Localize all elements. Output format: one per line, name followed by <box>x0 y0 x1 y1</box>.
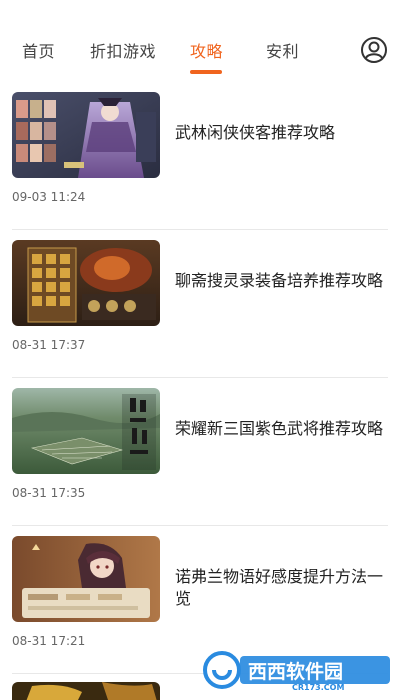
article-time: 09-03 11:24 <box>12 190 86 204</box>
tab-discount-games[interactable]: 折扣游戏 <box>90 38 156 62</box>
article-thumbnail <box>12 388 160 474</box>
watermark-url: CR173.COM <box>292 683 344 692</box>
watermark-brand: 西西软件园 <box>248 660 343 683</box>
article-thumbnail-partial[interactable] <box>12 682 160 700</box>
watermark-logo: 西西软件园 CR173.COM <box>202 648 392 692</box>
article-list: 武林闲侠侠客推荐攻略 09-03 11:24 聊斋搜灵录装备培养推荐攻略 08-… <box>0 82 400 674</box>
article-title[interactable]: 诺弗兰物语好感度提升方法一览 <box>175 566 395 610</box>
article-title[interactable]: 聊斋搜灵录装备培养推荐攻略 <box>175 270 395 292</box>
active-tab-indicator <box>190 70 222 74</box>
list-item[interactable]: 聊斋搜灵录装备培养推荐攻略 08-31 17:37 <box>12 230 388 378</box>
article-thumbnail <box>12 536 160 622</box>
list-item[interactable]: 荣耀新三国紫色武将推荐攻略 08-31 17:35 <box>12 378 388 526</box>
article-title[interactable]: 武林闲侠侠客推荐攻略 <box>175 122 395 144</box>
article-title[interactable]: 荣耀新三国紫色武将推荐攻略 <box>175 418 395 440</box>
tab-home[interactable]: 首页 <box>22 38 55 62</box>
user-circle-icon[interactable] <box>360 36 388 64</box>
article-thumbnail <box>12 240 160 326</box>
article-time: 08-31 17:35 <box>12 486 86 500</box>
top-navigation: 首页 折扣游戏 攻略 安利 <box>0 0 400 82</box>
tab-guides[interactable]: 攻略 <box>190 38 223 62</box>
app-screen: 首页 折扣游戏 攻略 安利 武林闲侠侠客推荐攻略 09-03 11:24 聊斋搜… <box>0 0 400 700</box>
list-item[interactable]: 武林闲侠侠客推荐攻略 09-03 11:24 <box>12 82 388 230</box>
article-time: 08-31 17:21 <box>12 634 86 648</box>
article-time: 08-31 17:37 <box>12 338 86 352</box>
tab-recommend[interactable]: 安利 <box>266 38 299 62</box>
article-thumbnail <box>12 92 160 178</box>
